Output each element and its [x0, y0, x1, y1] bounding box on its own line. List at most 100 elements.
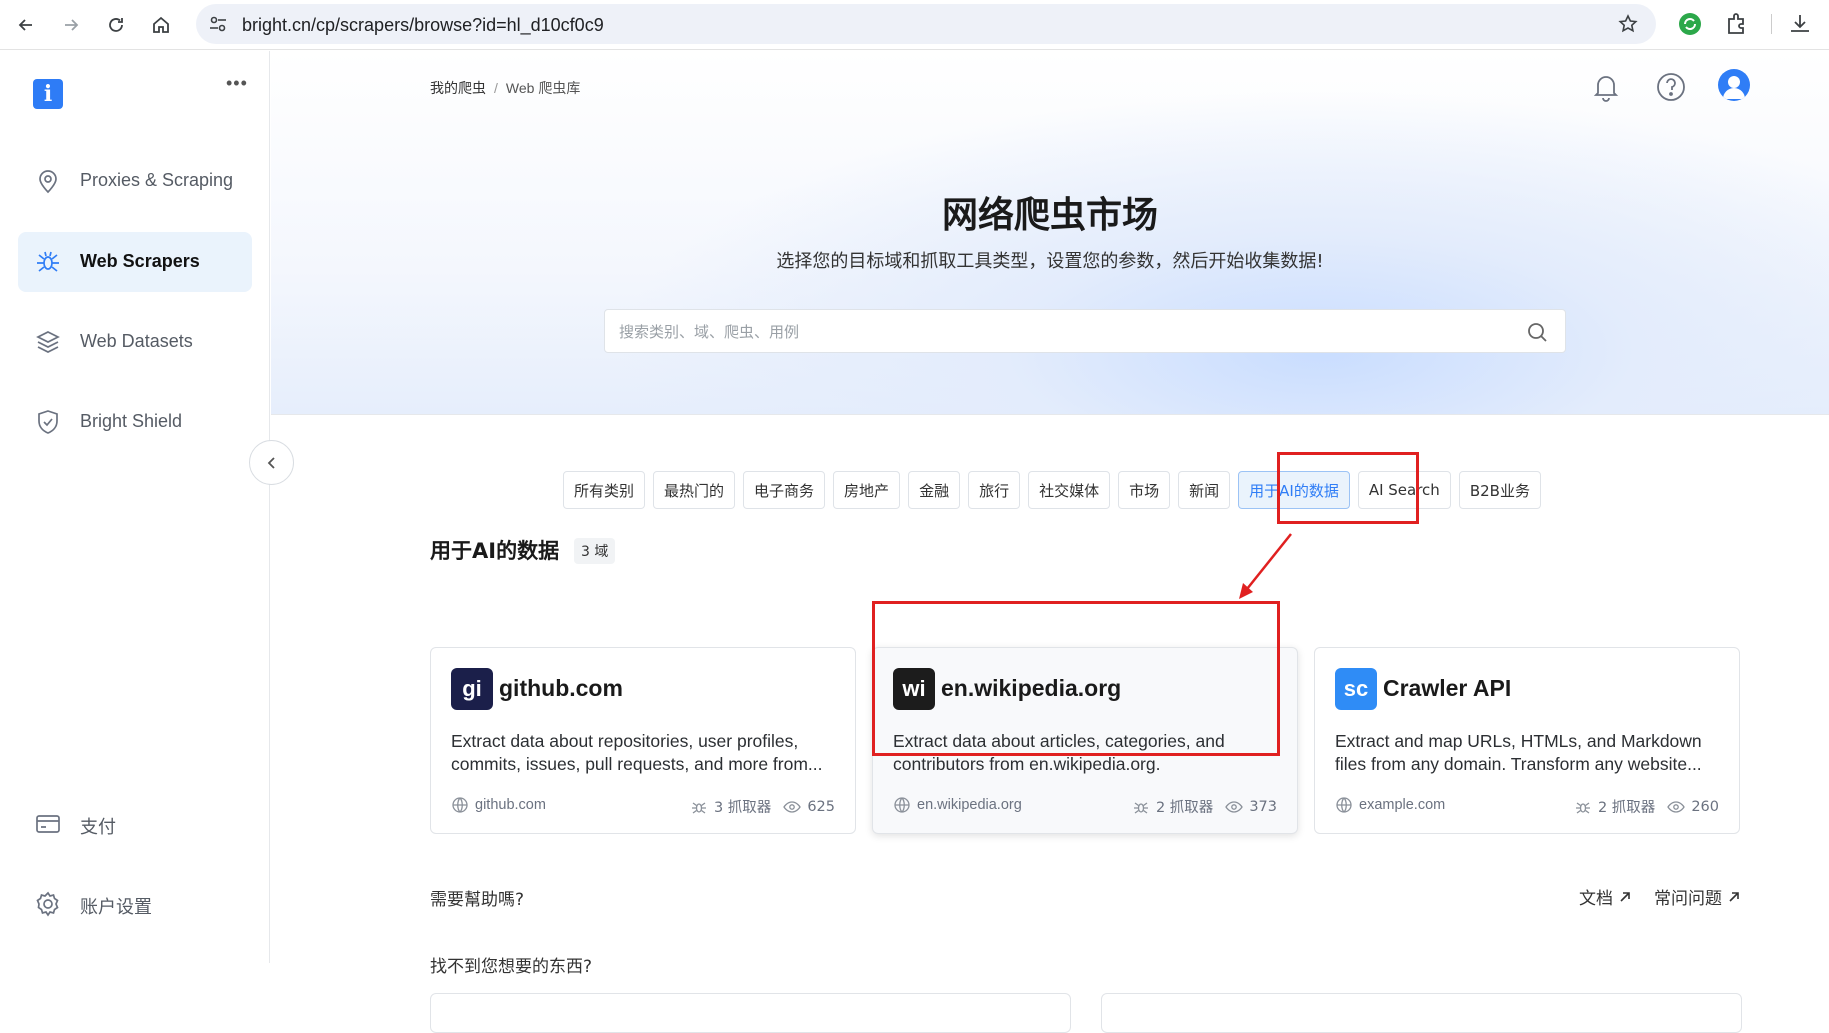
- card-footer: example.com 2 抓取器 260: [1335, 796, 1719, 816]
- download-icon[interactable]: [1787, 11, 1813, 37]
- request-card[interactable]: [1101, 993, 1742, 1033]
- card-domain: github.com: [475, 797, 546, 813]
- card-domain: example.com: [1359, 797, 1446, 813]
- site-settings-icon[interactable]: [208, 14, 228, 34]
- card-title: github.com: [499, 675, 623, 701]
- spider-icon: [1133, 801, 1148, 814]
- hero-banner: 我的爬虫 / Web 爬虫库 网络爬虫市场 选择您的目标域和抓取工具类型，设置您的参…: [271, 51, 1829, 415]
- search-input[interactable]: [619, 320, 1499, 344]
- tab-travel[interactable]: 旅行: [968, 471, 1021, 509]
- annotation-highlight-card: [872, 601, 1280, 756]
- breadcrumb: 我的爬虫 / Web 爬虫库: [430, 78, 580, 98]
- globe-icon: [894, 797, 910, 813]
- tab-ecommerce[interactable]: 电子商务: [743, 471, 826, 509]
- tab-news[interactable]: 新闻: [1178, 471, 1231, 509]
- tab-finance[interactable]: 金融: [908, 471, 961, 509]
- breadcrumb-root[interactable]: 我的爬虫: [430, 80, 486, 96]
- extensions-icon[interactable]: [1724, 11, 1750, 37]
- sidebar-item-label: Web Datasets: [80, 331, 193, 351]
- globe-icon: [452, 797, 468, 813]
- sidebar-item-payment[interactable]: 支付: [18, 794, 252, 854]
- cant-find-heading: 找不到您想要的东西?: [430, 957, 593, 977]
- bookmark-star-icon[interactable]: [1618, 14, 1638, 34]
- bell-icon[interactable]: [1590, 71, 1622, 103]
- tab-market[interactable]: 市场: [1118, 471, 1171, 509]
- card-scraper-count: 3 抓取器: [713, 800, 772, 816]
- card-view-count: 625: [807, 798, 835, 815]
- globe-icon: [1336, 797, 1352, 813]
- card-scraper-count: 2 抓取器: [1155, 800, 1214, 816]
- card-description: Extract data about repositories, user pr…: [451, 731, 823, 774]
- sidebar-item-label: 账户设置: [80, 897, 152, 917]
- sidebar-item-bright-shield[interactable]: Bright Shield: [18, 392, 252, 452]
- card-title: Crawler API: [1383, 675, 1512, 701]
- shield-icon: [38, 410, 58, 434]
- brand-logo[interactable]: i: [33, 79, 63, 109]
- sidebar: i ••• Proxies & Scraping Web Scrapers We…: [0, 51, 270, 963]
- card-view-count: 373: [1249, 798, 1277, 815]
- help-icon[interactable]: [1655, 71, 1687, 103]
- back-button[interactable]: [10, 9, 42, 41]
- chevron-left-icon: [267, 456, 275, 469]
- toolbar-divider: [1771, 14, 1772, 34]
- docs-link[interactable]: 文档: [1579, 884, 1632, 909]
- card-description: Extract and map URLs, HTMLs, and Markdow…: [1335, 731, 1702, 774]
- sidebar-item-label: 支付: [80, 817, 116, 837]
- tab-b2b[interactable]: B2B业务: [1458, 471, 1541, 509]
- gear-icon: [36, 891, 59, 917]
- request-card[interactable]: [430, 993, 1071, 1033]
- section-title: 用于AI的数据: [430, 539, 560, 563]
- section-count-badge: 3 域: [574, 538, 616, 564]
- help-question: 需要幫助嗎?: [430, 890, 525, 910]
- page-subtitle: 选择您的目标域和抓取工具类型，设置您的参数，然后开始收集数据!: [776, 251, 1324, 272]
- card-footer: github.com 3 抓取器 625: [451, 796, 835, 816]
- docs-link-label: 文档: [1579, 889, 1613, 909]
- breadcrumb-separator: /: [494, 80, 498, 96]
- faq-link[interactable]: 常问问题: [1654, 884, 1741, 909]
- spider-icon: [1575, 801, 1590, 814]
- tab-all-categories[interactable]: 所有类别: [563, 471, 646, 509]
- search-box[interactable]: [604, 309, 1566, 353]
- location-pin-icon: [39, 170, 57, 194]
- user-avatar[interactable]: [1718, 69, 1750, 101]
- sidebar-item-label: Web Scrapers: [80, 251, 200, 271]
- card-domain: en.wikipedia.org: [917, 797, 1022, 813]
- user-icon: [1723, 76, 1745, 99]
- page-title: 网络爬虫市场: [941, 195, 1158, 236]
- sidebar-item-label: Bright Shield: [80, 411, 183, 431]
- forward-button[interactable]: [55, 9, 87, 41]
- external-arrow-icon: [1620, 891, 1630, 902]
- credit-card-icon: [36, 815, 60, 833]
- arrow-left-icon: [18, 19, 32, 31]
- annotation-arrow-icon: [1239, 533, 1292, 599]
- sidebar-item-web-scrapers[interactable]: Web Scrapers: [18, 232, 252, 292]
- address-bar[interactable]: bright.cn/cp/scrapers/browse?id=hl_d10cf…: [196, 4, 1656, 44]
- more-options-icon[interactable]: •••: [226, 73, 248, 94]
- card-badge: gi: [451, 668, 493, 710]
- tab-social-media[interactable]: 社交媒体: [1028, 471, 1111, 509]
- sidebar-item-proxies-scraping[interactable]: Proxies & Scraping: [18, 151, 252, 211]
- sidebar-item-web-datasets[interactable]: Web Datasets: [18, 312, 252, 372]
- tab-real-estate[interactable]: 房地产: [833, 471, 901, 509]
- home-icon: [153, 16, 169, 33]
- collapse-sidebar-button[interactable]: [249, 440, 294, 485]
- scraper-card-github[interactable]: gi github.com Extract data about reposit…: [430, 647, 856, 834]
- sync-extension-icon[interactable]: [1677, 11, 1703, 37]
- card-badge: sc: [1335, 668, 1377, 710]
- annotation-highlight-tab: [1277, 452, 1419, 524]
- eye-icon: [1667, 800, 1686, 813]
- home-button[interactable]: [145, 9, 177, 41]
- reload-button[interactable]: [100, 9, 132, 41]
- url-text[interactable]: bright.cn/cp/scrapers/browse?id=hl_d10cf…: [242, 15, 604, 36]
- sidebar-item-label: Proxies & Scraping: [80, 170, 234, 190]
- card-scraper-count: 2 抓取器: [1597, 800, 1656, 816]
- sidebar-item-account-settings[interactable]: 账户设置: [18, 874, 252, 934]
- card-view-count: 260: [1691, 798, 1719, 815]
- tab-most-popular[interactable]: 最热门的: [653, 471, 736, 509]
- search-icon[interactable]: [1525, 320, 1549, 344]
- eye-icon: [783, 800, 802, 813]
- faq-link-label: 常问问题: [1654, 889, 1722, 909]
- arrow-right-icon: [65, 19, 79, 31]
- scraper-card-crawler-api[interactable]: sc Crawler API Extract and map URLs, HTM…: [1314, 647, 1740, 834]
- eye-icon: [1225, 800, 1244, 813]
